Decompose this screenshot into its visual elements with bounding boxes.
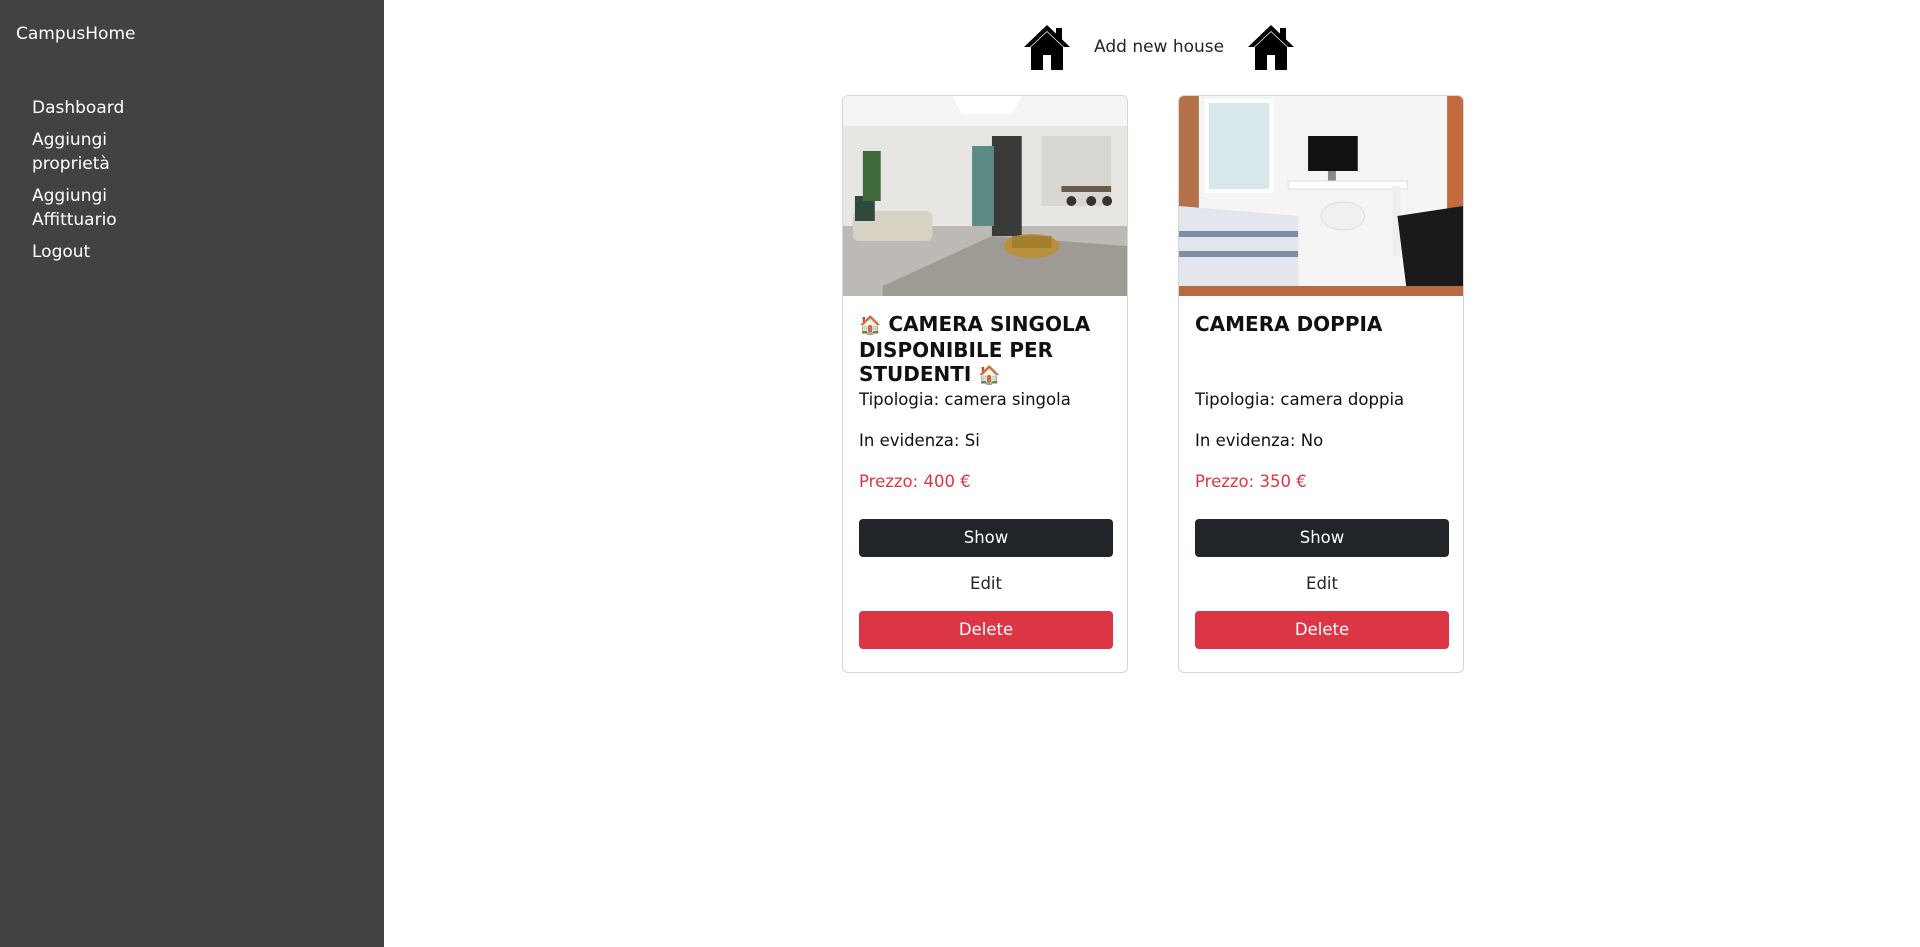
property-title: CAMERA DOPPIA (1195, 312, 1447, 384)
property-title-text: CAMERA SINGOLA DISPONIBILE PER STUDENTI (859, 312, 1091, 386)
sidebar-item-aggiungi-affittuario[interactable]: Aggiungi Affittuario (32, 184, 162, 232)
delete-button[interactable]: Delete (1195, 611, 1449, 649)
property-price: Prezzo: 350 € (1195, 472, 1307, 491)
property-image-bedroom (1179, 96, 1463, 296)
show-button[interactable]: Show (859, 519, 1113, 557)
house-emoji-icon: 🏠 (859, 315, 882, 336)
edit-link[interactable]: Edit (1195, 565, 1449, 603)
property-tipologia: Tipologia: camera doppia (1195, 390, 1405, 409)
sidebar-item-logout[interactable]: Logout (32, 240, 162, 264)
house-emoji-icon: 🏠 (978, 365, 1001, 386)
house-icon[interactable] (1246, 22, 1296, 72)
property-title: 🏠 CAMERA SINGOLA DISPONIBILE PER STUDENT… (859, 312, 1111, 386)
property-card: CAMERA DOPPIA Tipologia: camera doppia I… (1178, 95, 1464, 673)
brand-logo[interactable]: CampusHome (16, 24, 135, 44)
edit-link[interactable]: Edit (859, 565, 1113, 603)
property-card: 🏠 CAMERA SINGOLA DISPONIBILE PER STUDENT… (842, 95, 1128, 673)
main-content: Add new house 🏠 CAMERA SINGOLA DISPONIBI… (384, 0, 1920, 947)
sidebar: CampusHome Dashboard Aggiungi proprietà … (0, 0, 384, 947)
delete-button[interactable]: Delete (859, 611, 1113, 649)
property-evidenza: In evidenza: Si (859, 431, 980, 450)
sidebar-item-dashboard[interactable]: Dashboard (32, 96, 162, 120)
add-house-row: Add new house (1022, 22, 1296, 72)
property-image-living-room (843, 96, 1127, 296)
show-button[interactable]: Show (1195, 519, 1449, 557)
sidebar-nav: Dashboard Aggiungi proprietà Aggiungi Af… (32, 96, 162, 272)
property-price: Prezzo: 400 € (859, 472, 971, 491)
add-new-house-link[interactable]: Add new house (1092, 37, 1226, 57)
sidebar-item-aggiungi-proprieta[interactable]: Aggiungi proprietà (32, 128, 162, 176)
house-icon[interactable] (1022, 22, 1072, 72)
property-evidenza: In evidenza: No (1195, 431, 1324, 450)
property-tipologia: Tipologia: camera singola (859, 390, 1071, 409)
property-title-text: CAMERA DOPPIA (1195, 312, 1383, 336)
